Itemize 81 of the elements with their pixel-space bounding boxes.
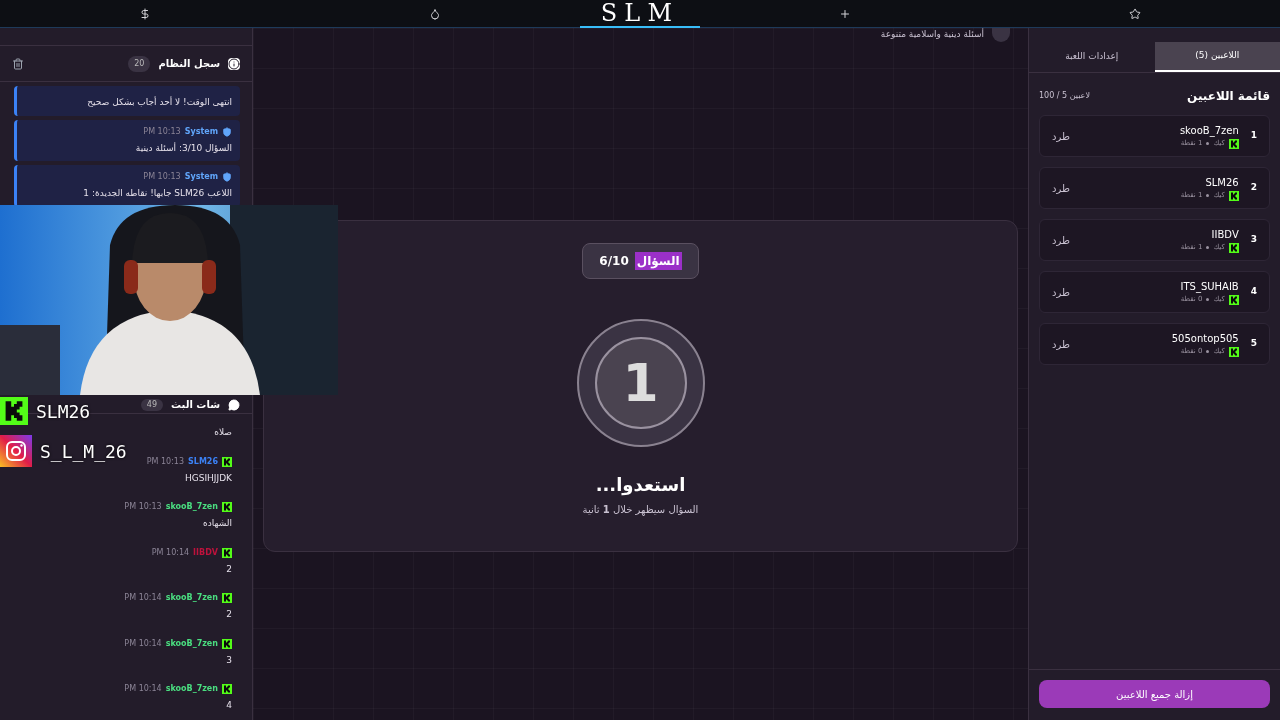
section-title: سجل النظام [158,57,220,71]
message-time: PM 10:14 [124,637,162,650]
droplet-icon[interactable] [429,7,441,20]
star-icon[interactable] [1129,7,1141,20]
kick-icon [222,456,232,467]
count-badge: 49 [140,398,163,411]
message-time: PM 10:13 [146,455,185,468]
player-name: ITS_SUHAIB [1180,280,1239,295]
message-text: صلاه [213,426,232,439]
message-text: الشهاده [202,517,232,530]
kick-icon [1228,294,1239,305]
message-time: PM 10:13 [143,171,181,183]
message-time: PM 10:14 [151,546,190,559]
player-name: SLM26 [1205,176,1239,191]
sender-name: skooB_7zen [165,637,218,650]
social-handle: S_L_M_26 [40,439,127,464]
kick-button[interactable]: طرد [1052,128,1070,144]
message-text: اللاعب SLM26 جابها! نقاطه الجديدة: 1 [82,187,232,200]
sender-name: skooB_7zen [165,592,218,604]
info-icon [228,57,240,70]
player-rank: 2 [1250,181,1257,195]
kick-icon [0,397,28,425]
instagram-icon [0,435,32,467]
kick-icon [222,593,232,603]
message-text: 2 [225,562,232,576]
player-capacity: 100 / 5 لاعبين [1039,90,1090,102]
kick-button[interactable]: طرد [1052,336,1070,352]
player-rank: 5 [1250,337,1257,351]
message-time: PM 10:13 [143,125,181,138]
message-time: PM 10:14 [124,683,162,695]
sender-name: SLM26 [188,455,218,468]
question-label: السؤال [634,252,682,270]
sender-name: IIBDV [193,546,218,559]
remove-all-button[interactable]: إزالة جميع اللاعبين [1039,680,1270,708]
message-text: انتهى الوقت! لا أحد أجاب بشكل صحيح [86,96,232,109]
message-text: HGSIHJJDK [183,471,232,485]
countdown-number: 1 [594,337,687,429]
player-rank: 1 [1250,129,1257,143]
kick-icon [222,638,232,649]
chat-icon [228,398,240,411]
social-handle: SLM26 [36,399,91,424]
tab[interactable]: إعدادات اللعبة [1029,42,1155,72]
message-time: PM 10:14 [124,592,162,604]
message-text: 4 [225,699,232,712]
sender-name: skooB_7zen [165,501,218,513]
kick-button[interactable]: طرد [1052,232,1070,248]
logo: SLM [580,0,700,28]
category-icon [992,28,1010,42]
player-name: IIBDV [1211,228,1239,243]
plus-icon[interactable] [839,7,851,20]
question-progress: 6/10 [599,253,629,270]
category-title: أسئلة دينية واسلامية متنوعة [880,28,984,42]
tab[interactable]: اللاعبين (5) [1154,42,1280,72]
kick-icon [1228,138,1239,149]
sender-name: System [184,125,218,138]
kick-button[interactable]: طرد [1052,284,1070,300]
player-name: skooB_7zen [1179,124,1239,139]
panel-title: قائمة اللاعبين [1187,88,1270,105]
kick-button[interactable]: طرد [1052,180,1070,196]
message-text: 3 [225,653,232,667]
message-text: السؤال 3/10: أسئلة دينية [134,141,232,155]
dollar-icon[interactable] [139,7,151,20]
section-title: شات البث [171,398,220,412]
sender-name: System [184,171,218,183]
player-rank: 3 [1250,233,1257,247]
message-text: 2 [225,608,232,621]
kick-icon [1228,242,1239,253]
countdown-title: استعدوا... [595,473,686,498]
kick-icon [1228,190,1239,201]
player-rank: 4 [1250,285,1257,299]
sender-name: skooB_7zen [165,683,218,695]
count-badge: 20 [128,55,151,72]
kick-icon [222,547,232,558]
player-name: 505ontop505 [1171,332,1239,347]
kick-icon [222,502,232,512]
message-time: PM 10:13 [124,501,162,513]
shield-icon [222,172,232,182]
kick-icon [222,684,232,694]
shield-icon [222,126,232,137]
kick-icon [1228,346,1239,357]
trash-icon[interactable] [12,57,24,70]
